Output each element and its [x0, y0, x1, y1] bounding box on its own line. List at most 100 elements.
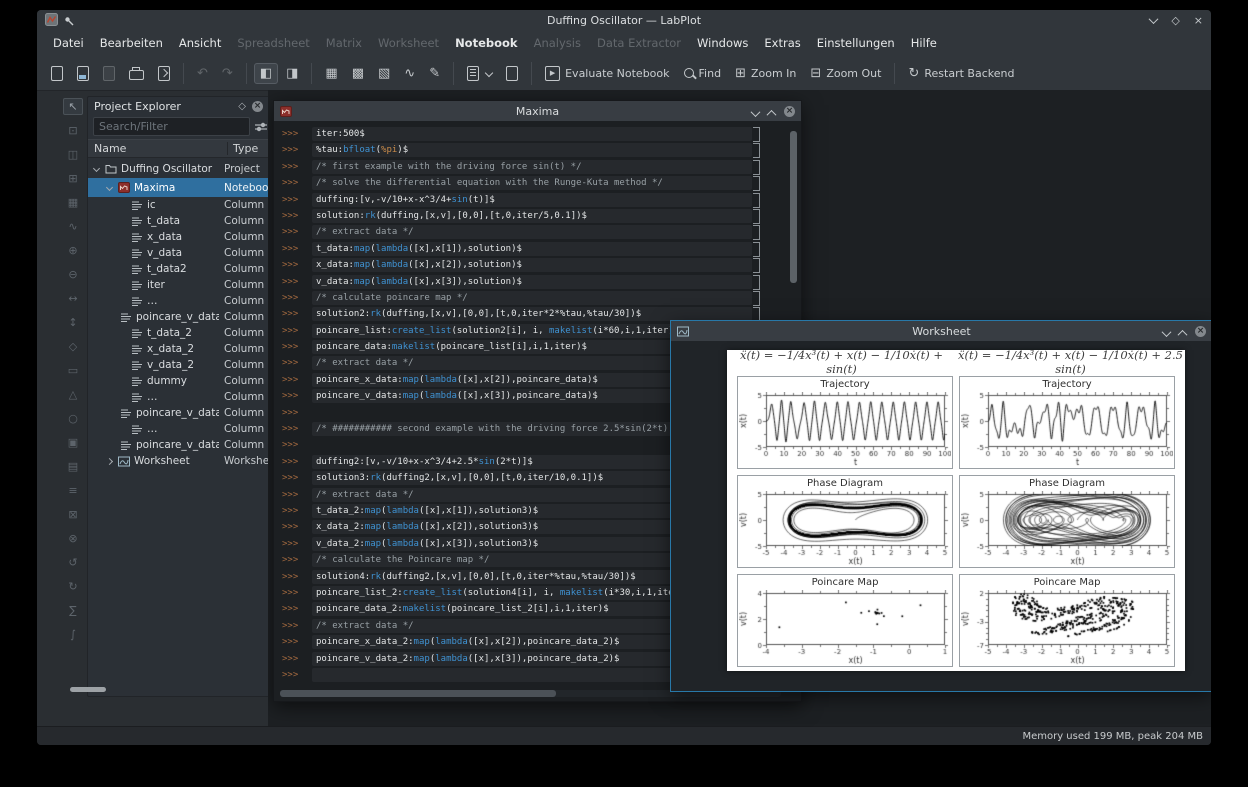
close-region-icon[interactable]: ⊗	[63, 530, 83, 547]
plot-phase-2[interactable]	[961, 491, 1173, 567]
marker-triangle-icon[interactable]: △	[63, 386, 83, 403]
explorer-scrollbar-thumb[interactable]	[70, 687, 106, 692]
text-label-icon[interactable]: ▭	[63, 362, 83, 379]
menu-item-windows[interactable]: Windows	[689, 33, 756, 53]
tree-item-elided-8[interactable]: …Column	[88, 293, 269, 309]
subwin-minimize-icon[interactable]	[752, 102, 759, 121]
integral-tool-icon[interactable]: ∫	[63, 626, 83, 643]
tree-item-x-data[interactable]: x_dataColumn	[88, 229, 269, 245]
menu-item-einstellungen[interactable]: Einstellungen	[809, 33, 903, 53]
code-text[interactable]: duffing:[v,-v/10+x-x^3/4+sin(t)]$	[312, 193, 752, 207]
new-plot-button[interactable]: ∿	[398, 63, 421, 84]
scale-x-icon[interactable]: ↔	[63, 290, 83, 307]
equation-text-1[interactable]: ẍ(t) = −1/4x³(t) + x(t) − 1/10ẋ(t) + sin…	[727, 348, 956, 376]
tree-item-maxima[interactable]: MaximaNotebook	[88, 178, 269, 197]
open-project-button[interactable]	[71, 62, 95, 85]
tree-item-t-data[interactable]: t_dataColumn	[88, 213, 269, 229]
equation-text-2[interactable]: ẍ(t) = −1/4x³(t) + x(t) − 1/10ẋ(t) + 2.5…	[956, 348, 1185, 376]
marker-circle-icon[interactable]: ○	[63, 410, 83, 427]
notebook-entry-7[interactable]: >>>/* extract data */	[274, 225, 801, 239]
view-undo-icon[interactable]: ↺	[63, 554, 83, 571]
split-view-icon[interactable]: ◫	[63, 146, 83, 163]
notebook-entry-11[interactable]: >>>/* calculate poincare map */	[274, 291, 801, 305]
notebook-entry-9[interactable]: >>>x_data:map(lambda([x],x[2]),solution)…	[274, 258, 801, 272]
collapse-arrow-icon[interactable]	[93, 165, 100, 172]
subwin-close-icon[interactable]: ×	[1195, 326, 1206, 337]
collapse-arrow-icon[interactable]	[106, 184, 113, 191]
plot-trajectory-1[interactable]	[739, 392, 951, 468]
data-picker-button[interactable]: ✎	[423, 63, 446, 84]
worksheet-window[interactable]: Worksheet × ẍ(t) = −1/4x³(t) + x(t) − 1/…	[670, 320, 1211, 692]
tree-item-poincare-v-data2[interactable]: poincare_v_data2Column	[88, 309, 269, 325]
notebook-entry-4[interactable]: >>>/* solve the differential equation wi…	[274, 176, 801, 190]
vscrollbar-thumb[interactable]	[790, 131, 797, 283]
new-notebook-button[interactable]	[461, 62, 498, 85]
notebook-entry-2[interactable]: >>>%tau:bfloat(%pi)$	[274, 143, 801, 157]
tree-item-x-data-2[interactable]: x_data_2Column	[88, 341, 269, 357]
worksheet-view[interactable]: ẍ(t) = −1/4x³(t) + x(t) − 1/10ẋ(t) + sin…	[671, 341, 1211, 691]
restart-backend-button[interactable]: ↻Restart Backend	[902, 63, 1020, 84]
export-button[interactable]	[152, 62, 176, 85]
code-text[interactable]: /* first example with the driving force …	[312, 160, 752, 174]
navigate-cursor-icon[interactable]: ↖	[63, 98, 83, 115]
tree-item-v-data-2[interactable]: v_data_2Column	[88, 357, 269, 373]
code-text[interactable]: /* solve the differential equation with …	[312, 176, 752, 190]
new-spreadsheet-button[interactable]: ▦	[319, 63, 343, 84]
evaluate-notebook-button[interactable]: ▶Evaluate Notebook	[539, 62, 675, 85]
menu-item-ansicht[interactable]: Ansicht	[171, 33, 229, 53]
tree-item-poincare-v-data[interactable]: poincare_v_dataColumn	[88, 405, 269, 421]
code-text[interactable]: x_data:map(lambda([x],x[2]),solution)$	[312, 258, 752, 272]
menu-item-bearbeiten[interactable]: Bearbeiten	[92, 33, 171, 53]
notebook-entry-6[interactable]: >>>solution:rk(duffing,[x,v],[0,0],[t,0,…	[274, 209, 801, 223]
new-project-button[interactable]	[45, 62, 69, 85]
column-header-name[interactable]: Name	[88, 142, 228, 155]
tree-item-ic[interactable]: icColumn	[88, 197, 269, 213]
subwin-close-icon[interactable]: ×	[784, 106, 795, 117]
code-text[interactable]: /* extract data */	[312, 225, 752, 239]
notebook-entry-1[interactable]: >>>iter:500$	[274, 127, 801, 141]
add-grid-icon[interactable]: ▦	[63, 194, 83, 211]
plot-cell-phase-2[interactable]: Phase Diagram	[959, 475, 1175, 568]
tree-item-t-data-2[interactable]: t_data_2Column	[88, 325, 269, 341]
tree-item-worksheet[interactable]: WorksheetWorksheet	[88, 453, 269, 469]
tree-item-poincare-v-data-2[interactable]: poincare_v_data_2Column	[88, 437, 269, 453]
column-header-type[interactable]: Type	[228, 142, 258, 155]
plot-cell-poincare-1[interactable]: Poincare Map	[737, 574, 953, 667]
subwin-minimize-icon[interactable]	[1163, 322, 1170, 341]
menu-item-hilfe[interactable]: Hilfe	[903, 33, 945, 53]
hscrollbar-thumb[interactable]	[280, 690, 556, 697]
import-data-button[interactable]	[500, 62, 524, 85]
subwin-maximize-icon[interactable]	[768, 102, 775, 121]
print-button[interactable]	[123, 62, 150, 84]
toggle-properties-dock-button[interactable]: ◨	[280, 63, 304, 84]
view-redo-icon[interactable]: ↻	[63, 578, 83, 595]
code-text[interactable]: %tau:bfloat(%pi)$	[312, 143, 752, 157]
curve-tool-icon[interactable]: ∿	[63, 218, 83, 235]
menu-item-extras[interactable]: Extras	[756, 33, 808, 53]
code-text[interactable]: iter:500$	[312, 127, 752, 141]
maximize-button[interactable]: ◇	[1171, 14, 1179, 27]
remove-region-icon[interactable]: ⊠	[63, 506, 83, 523]
code-text[interactable]: v_data:map(lambda([x],x[3]),solution)$	[312, 275, 752, 289]
plot-cell-trajectory-1[interactable]: Trajectory	[737, 376, 953, 469]
plot-cell-phase-1[interactable]: Phase Diagram	[737, 475, 953, 568]
marker-box-icon[interactable]: ▣	[63, 434, 83, 451]
find-button[interactable]: Find	[678, 63, 728, 84]
list-view-icon[interactable]: ≡	[63, 482, 83, 499]
plot-trajectory-2[interactable]	[961, 392, 1173, 468]
worksheet-titlebar[interactable]: Worksheet ×	[671, 321, 1211, 342]
minimize-button[interactable]	[1150, 14, 1157, 27]
close-button[interactable]: ×	[1194, 14, 1203, 27]
code-text[interactable]: /* calculate poincare map */	[312, 291, 752, 305]
maxima-titlebar[interactable]: Maxima ×	[274, 101, 801, 122]
notebook-entry-3[interactable]: >>>/* first example with the driving for…	[274, 160, 801, 174]
new-matrix-button[interactable]: ▩	[346, 63, 370, 84]
search-input[interactable]	[93, 117, 250, 136]
notebook-entry-5[interactable]: >>>duffing:[v,-v/10+x-x^3/4+sin(t)]$	[274, 193, 801, 207]
code-text[interactable]: solution:rk(duffing,[x,v],[0,0],[t,0,ite…	[312, 209, 752, 223]
add-plot-icon[interactable]: ⊞	[63, 170, 83, 187]
menu-item-notebook[interactable]: Notebook	[447, 33, 526, 53]
titlebar[interactable]: Duffing Oscillator — LabPlot ◇ ×	[37, 10, 1211, 30]
zoom-in-button[interactable]: ⊞Zoom In	[729, 63, 802, 84]
plot-cell-trajectory-2[interactable]: Trajectory	[959, 376, 1175, 469]
